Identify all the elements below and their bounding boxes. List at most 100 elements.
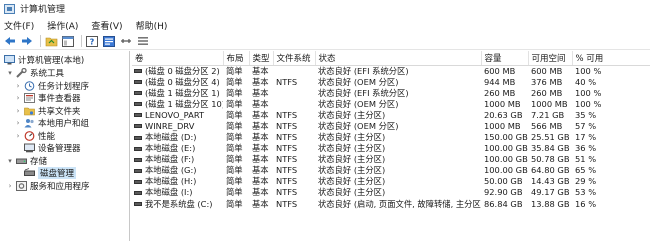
capacity-cell: 20.63 GB xyxy=(484,109,523,120)
table-row[interactable]: (磁盘 0 磁盘分区 4) 简单 基本 NTFS 状态良好 (OEM 分区) 944 MB… xyxy=(132,77,650,88)
percent-free-cell: 57 % xyxy=(575,120,597,131)
column-header-free-space[interactable]: 可用空间 xyxy=(528,51,573,66)
tree-item-shared-folders[interactable]: › 共享文件夹 xyxy=(14,105,81,117)
percent-free-cell: 16 % xyxy=(575,198,597,209)
type-cell: 基本 xyxy=(252,65,269,76)
menu-action[interactable]: 操作(A) xyxy=(47,19,78,32)
column-header-percent-free[interactable]: % 可用 xyxy=(572,51,650,66)
help-icon[interactable]: ? xyxy=(85,34,99,48)
column-header-filesystem[interactable]: 文件系统 xyxy=(273,51,316,66)
tree-item-device-manager[interactable]: 设备管理器 xyxy=(22,142,81,154)
table-row[interactable]: (磁盘 1 磁盘分区 1) 简单 基本 状态良好 (EFI 系统分区) 260 MB 26… xyxy=(132,88,650,99)
percent-free-cell: 51 % xyxy=(575,154,597,165)
table-row[interactable]: (磁盘 1 磁盘分区 10) 简单 基本 状态良好 (OEM 分区) 1000 MB 10… xyxy=(132,99,650,110)
tree-item-system-tools[interactable]: ▾ 系统工具 xyxy=(6,67,64,79)
table-row[interactable]: WINRE_DRV 简单 基本 NTFS 状态良好 (OEM 分区) 1000 MB 566… xyxy=(132,121,650,132)
volume-name: 本地磁盘 (H:) xyxy=(145,176,197,187)
percent-free-cell: 100 % xyxy=(575,87,602,98)
volume-cell: (磁盘 0 磁盘分区 2) xyxy=(132,65,223,77)
properties-icon[interactable] xyxy=(102,34,116,48)
menu-help[interactable]: 帮助(H) xyxy=(136,19,168,32)
tree-item-performance[interactable]: › 性能 xyxy=(14,130,55,142)
services-icon xyxy=(16,180,27,191)
status-cell: 状态良好 (主分区) xyxy=(318,187,386,198)
volume-cell: 我不是系统盘 (C:) xyxy=(132,199,223,210)
expand-arrow-icon[interactable]: ▾ xyxy=(6,157,14,165)
capacity-cell: 150.00 GB xyxy=(484,132,528,143)
expand-arrow-icon[interactable]: › xyxy=(14,94,22,102)
computer-icon xyxy=(4,55,15,65)
volume-cell: 本地磁盘 (E:) xyxy=(132,143,223,154)
up-folder-icon[interactable] xyxy=(44,34,58,48)
table-row[interactable]: 我不是系统盘 (C:) 简单 基本 NTFS 状态良好 (启动, 页面文件, 故障转储,… xyxy=(132,199,650,210)
users-icon xyxy=(24,118,35,128)
tree-item-event-viewer[interactable]: › 事件查看器 xyxy=(14,92,81,104)
table-row[interactable]: 本地磁盘 (D:) 简单 基本 NTFS 状态良好 (主分区) 150.00 GB 25.5… xyxy=(132,132,650,143)
filesystem-cell: NTFS xyxy=(276,132,298,143)
free-space-cell: 49.17 GB xyxy=(531,187,570,198)
column-header-type[interactable]: 类型 xyxy=(249,51,274,66)
free-space-cell: 25.51 GB xyxy=(531,132,570,143)
volume-name: (磁盘 0 磁盘分区 4) xyxy=(145,76,220,87)
tree-item-services-applications[interactable]: › 服务和应用程序 xyxy=(6,180,90,192)
capacity-cell: 1000 MB xyxy=(484,98,521,109)
capacity-cell: 92.90 GB xyxy=(484,187,523,198)
volume-cell: 本地磁盘 (H:) xyxy=(132,176,223,187)
show-pane-icon[interactable] xyxy=(61,34,75,48)
expand-arrow-icon[interactable]: ▾ xyxy=(6,69,14,77)
disk-management-icon xyxy=(24,168,35,178)
tree-item-task-scheduler[interactable]: › 任务计划程序 xyxy=(14,80,89,92)
table-row[interactable]: 本地磁盘 (F:) 简单 基本 NTFS 状态良好 (主分区) 100.00 GB 50.7… xyxy=(132,154,650,165)
column-header-layout[interactable]: 布局 xyxy=(223,51,250,66)
tree-item-storage[interactable]: ▾ 存储 xyxy=(6,155,47,167)
column-header-volume[interactable]: 卷 xyxy=(132,51,224,66)
status-cell: 状态良好 (OEM 分区) xyxy=(318,98,399,109)
capacity-cell: 100.00 GB xyxy=(484,154,528,165)
status-cell: 状态良好 (主分区) xyxy=(318,165,386,176)
status-cell: 状态良好 (EFI 系统分区) xyxy=(318,87,409,98)
column-header-status[interactable]: 状态 xyxy=(315,51,482,66)
filesystem-cell: NTFS xyxy=(276,154,298,165)
volume-icon xyxy=(134,146,142,151)
connect-icon[interactable] xyxy=(119,34,133,48)
table-row[interactable]: 本地磁盘 (E:) 简单 基本 NTFS 状态良好 (主分区) 100.00 GB 35.8… xyxy=(132,143,650,154)
back-icon[interactable] xyxy=(3,34,17,48)
type-cell: 基本 xyxy=(252,143,269,154)
volume-icon xyxy=(134,69,142,73)
capacity-cell: 100.00 GB xyxy=(484,143,528,154)
menu-view[interactable]: 查看(V) xyxy=(91,19,122,32)
capacity-cell: 944 MB xyxy=(484,76,516,87)
expand-arrow-icon[interactable]: › xyxy=(14,82,22,90)
expand-arrow-icon[interactable]: › xyxy=(14,107,22,115)
tree-item-local-users-groups[interactable]: › 本地用户和组 xyxy=(14,117,89,129)
table-row[interactable]: LENOVO_PART 简单 基本 NTFS 状态良好 (主分区) 20.63 GB 7.2… xyxy=(132,110,650,121)
layout-cell: 简单 xyxy=(226,187,243,198)
percent-free-cell: 65 % xyxy=(575,165,597,176)
volume-name: (磁盘 1 磁盘分区 1) xyxy=(145,87,220,98)
forward-icon[interactable] xyxy=(20,34,34,48)
status-cell: 状态良好 (EFI 系统分区) xyxy=(318,65,409,76)
free-space-cell: 7.21 GB xyxy=(531,109,565,120)
storage-icon xyxy=(16,156,27,166)
tree-item-disk-management[interactable]: 磁盘管理 xyxy=(22,167,77,179)
capacity-cell: 100.00 GB xyxy=(484,165,528,176)
list-view-icon[interactable] xyxy=(136,34,150,48)
filesystem-cell xyxy=(273,99,315,110)
volume-icon xyxy=(134,179,142,184)
free-space-cell: 13.88 GB xyxy=(531,198,570,209)
layout-cell: 简单 xyxy=(226,109,243,120)
table-row[interactable]: 本地磁盘 (I:) 简单 基本 NTFS 状态良好 (主分区) 92.90 GB 49.17… xyxy=(132,187,650,198)
table-row[interactable]: 本地磁盘 (G:) 简单 基本 NTFS 状态良好 (主分区) 100.00 GB 64.8… xyxy=(132,165,650,176)
type-cell: 基本 xyxy=(252,187,269,198)
expand-arrow-icon[interactable]: › xyxy=(14,119,22,127)
expand-arrow-icon[interactable]: › xyxy=(14,132,22,140)
table-row[interactable]: 本地磁盘 (H:) 简单 基本 NTFS 状态良好 (主分区) 50.00 GB 14.43… xyxy=(132,176,650,187)
capacity-cell: 600 MB xyxy=(484,65,516,76)
menu-file[interactable]: 文件(F) xyxy=(4,19,34,32)
filesystem-cell: NTFS xyxy=(276,165,298,176)
expand-arrow-icon[interactable]: › xyxy=(6,182,14,190)
column-header-capacity[interactable]: 容量 xyxy=(481,51,529,66)
status-cell: 状态良好 (主分区) xyxy=(318,154,386,165)
tree-item-computer-management[interactable]: 计算机管理(本地) xyxy=(2,54,84,66)
table-row[interactable]: (磁盘 0 磁盘分区 2) 简单 基本 状态良好 (EFI 系统分区) 600 MB 60… xyxy=(132,65,650,77)
